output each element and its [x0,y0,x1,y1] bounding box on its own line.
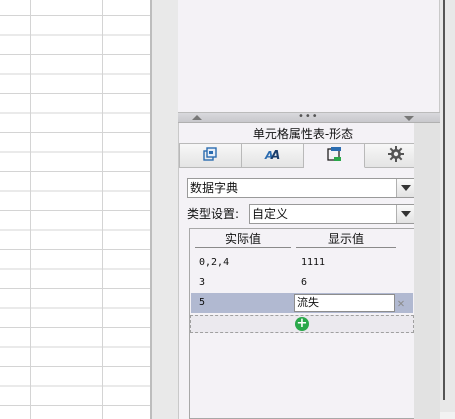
data-dictionary-select-value: 数据字典 [190,181,239,195]
column-header-actual: 实际值 [195,232,291,248]
panel-right-margin [414,123,440,419]
cell-property-panel: 单元格属性表-形态 A A 数据字典 类型设置: 自定义 实际值 显示值 0,2… [178,123,427,419]
chevron-down-icon [400,211,411,217]
spreadsheet-grid[interactable] [0,0,152,419]
data-dictionary-select[interactable]: 数据字典 [187,178,415,198]
actual-value-cell[interactable]: 0,2,4 [199,253,229,273]
gear-icon [387,146,404,165]
collapse-down-icon[interactable] [404,116,414,121]
column-header-display: 显示值 [296,232,396,248]
splitter-grip-icon[interactable]: ••• [298,111,319,122]
cell-element-icon [326,146,342,165]
collapse-up-icon[interactable] [192,115,202,120]
type-setting-select[interactable]: 自定义 [249,204,415,224]
dictionary-table: 实际值 显示值 0,2,4 1111 3 6 5 流失 ✕ + [189,228,415,419]
actual-value-cell[interactable]: 5 [199,293,205,313]
type-setting-label: 类型设置: [187,207,240,221]
right-scrollbar[interactable] [440,0,455,419]
table-row-selected[interactable]: 5 流失 ✕ [191,293,413,313]
property-tabs: A A [179,143,427,169]
add-circle-icon: + [295,316,309,331]
tab-cell-element[interactable] [303,143,366,168]
panel-gap [152,0,178,419]
delete-row-icon[interactable]: ✕ [395,293,407,313]
display-value-input[interactable]: 流失 [294,294,395,312]
table-row[interactable]: 3 6 [191,273,413,293]
type-setting-dropdown-button[interactable] [396,205,414,223]
tab-cell-format[interactable] [179,143,242,168]
table-row[interactable]: 0,2,4 1111 [191,253,413,273]
data-dictionary-dropdown-button[interactable] [396,179,414,197]
actual-value-cell[interactable]: 3 [199,273,205,293]
panel-title: 单元格属性表-形态 [252,127,354,141]
display-value-cell[interactable]: 1111 [301,253,325,273]
cell-format-icon [203,147,218,164]
chevron-down-icon [400,185,411,191]
type-setting-select-value: 自定义 [252,207,289,221]
add-row-button[interactable]: + [190,315,414,333]
upper-panel [178,0,440,112]
font-style-icon: A A [264,147,280,164]
display-value-cell[interactable]: 6 [301,273,307,293]
panel-splitter[interactable]: ••• [178,111,440,123]
tab-font-style[interactable]: A A [241,143,304,168]
svg-text:A: A [270,148,280,161]
